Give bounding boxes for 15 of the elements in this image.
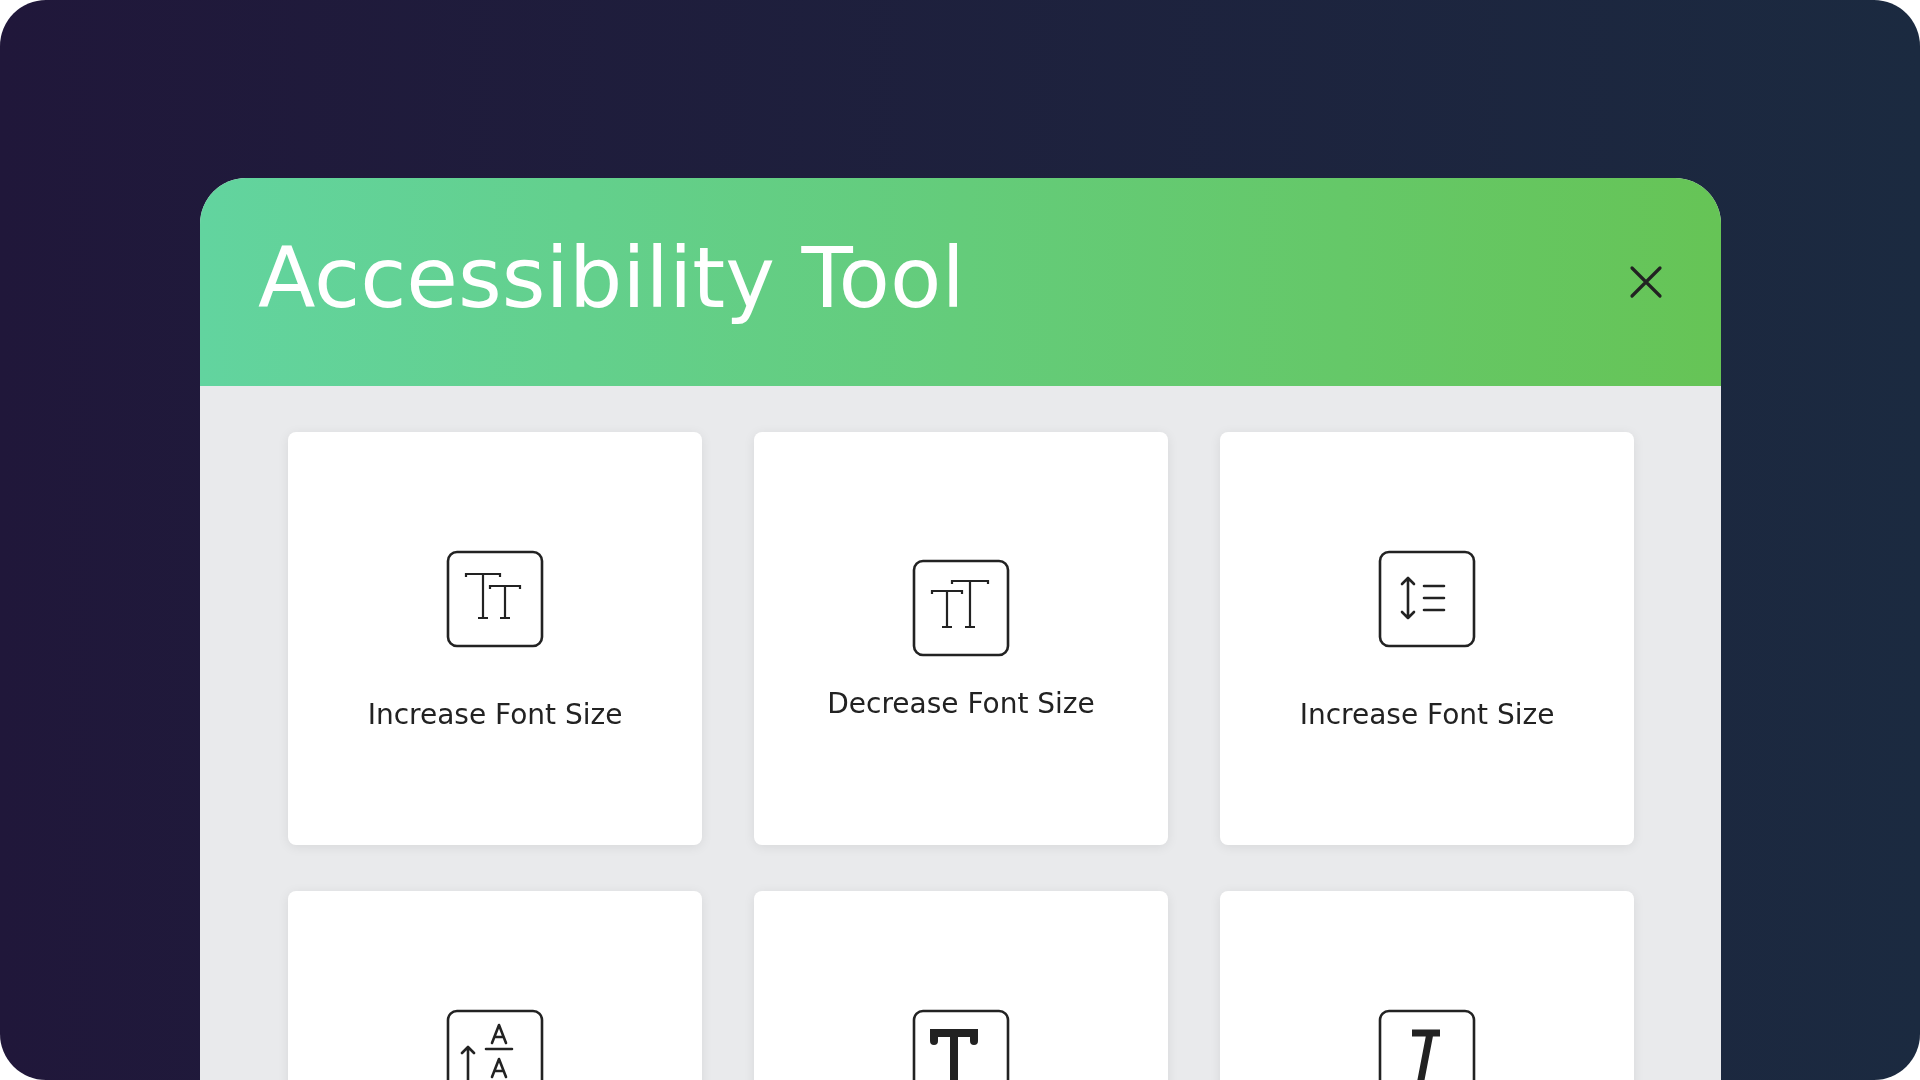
italic-text-icon [1378,1009,1476,1080]
text-size-icon [446,550,544,648]
close-button[interactable] [1629,265,1663,299]
tool-label: Decrease Font Size [827,687,1095,720]
text-size-icon [912,559,1010,657]
dialog-title: Accessibility Tool [258,229,965,329]
tool-label: Increase Font Size [367,698,623,731]
tool-card[interactable]: Increase Font Size [1220,432,1634,845]
tool-card[interactable]: Increase Font Size [288,432,702,845]
tool-label: Increase Font Size [1299,698,1555,731]
bold-text-icon [912,1009,1010,1080]
letter-scale-icon [446,1009,544,1080]
tool-card[interactable]: Decrease Font Size [754,432,1168,845]
line-spacing-icon [1378,550,1476,648]
close-icon [1629,265,1663,299]
